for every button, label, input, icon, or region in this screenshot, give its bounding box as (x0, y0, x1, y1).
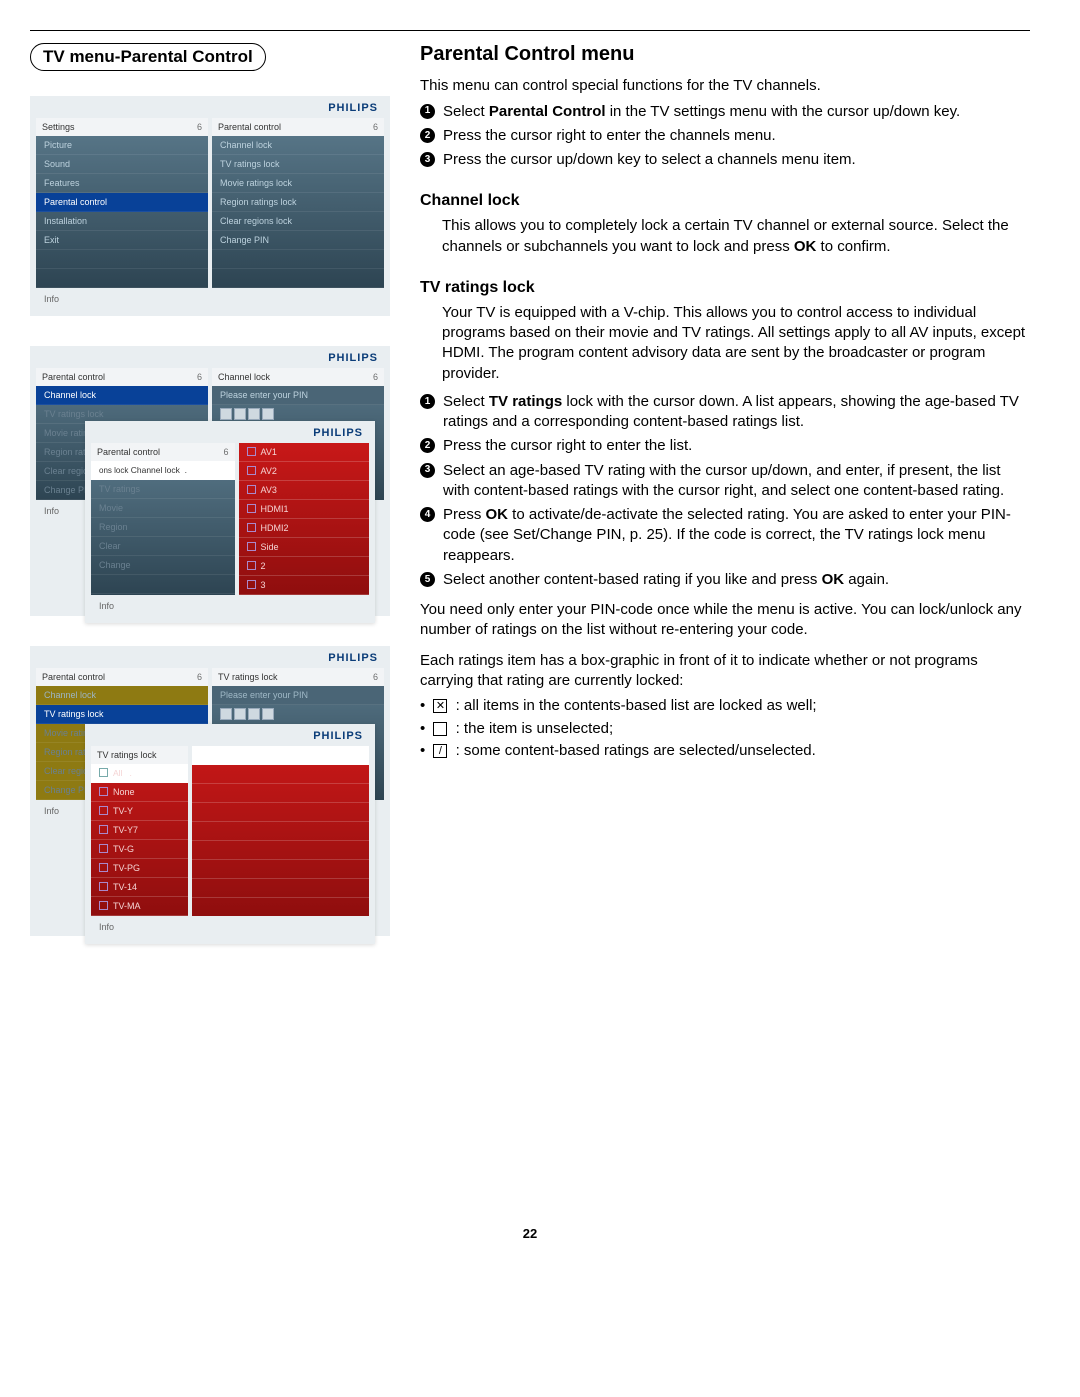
page-title: Parental Control menu (420, 43, 1030, 66)
tv-ratings-text: Your TV is equipped with a V-chip. This … (442, 303, 1030, 384)
brand-logo: PHILIPS (36, 102, 384, 118)
screenshot-channel-lock: PHILIPS Parental control6 Channel lock T… (30, 346, 390, 616)
tv-ratings-heading: TV ratings lock (420, 279, 1030, 297)
box-x-icon: ✕ (433, 699, 447, 713)
screenshot-settings-parental: PHILIPS Settings6 Picture Sound Features… (30, 96, 390, 316)
intro-text: This menu can control special functions … (420, 76, 1030, 96)
box-empty-icon (433, 722, 447, 736)
tv-ratings-after-2: Each ratings item has a box-graphic in f… (420, 651, 1030, 692)
legend-list: • ✕ : all items in the contents-based li… (420, 695, 1030, 763)
tv-ratings-steps: 1Select TV ratings lock with the cursor … (420, 392, 1030, 590)
box-slash-icon: / (433, 744, 447, 758)
screenshot-tv-ratings-lock: PHILIPS Parental control6 Channel lock T… (30, 646, 390, 936)
tv-ratings-after-1: You need only enter your PIN-code once w… (420, 600, 1030, 641)
intro-steps: 1Select Parental Control in the TV setti… (420, 102, 1030, 171)
channel-lock-text: This allows you to completely lock a cer… (442, 216, 1030, 257)
chapter-title: TV menu-Parental Control (30, 43, 266, 71)
channel-lock-heading: Channel lock (420, 192, 1030, 210)
page-number: 22 (30, 1226, 1030, 1241)
